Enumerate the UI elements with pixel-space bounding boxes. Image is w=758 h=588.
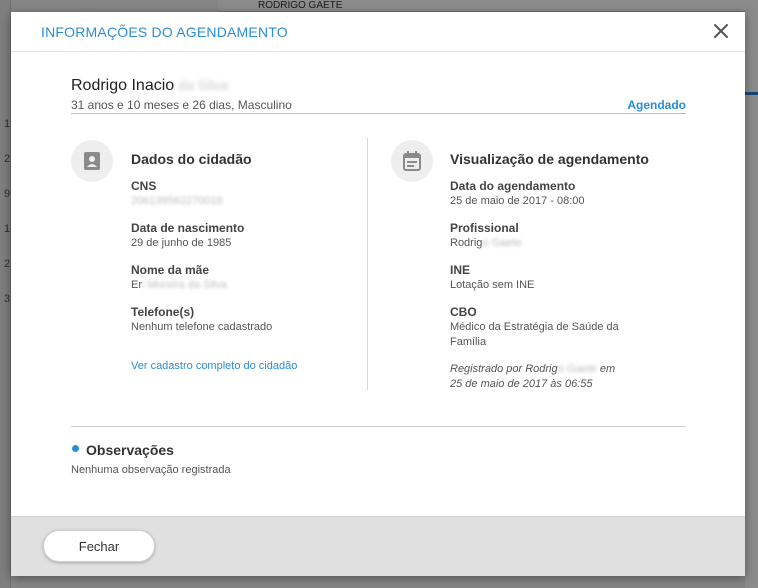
status-badge: Agendado xyxy=(627,98,686,112)
appointment-info-modal: INFORMAÇÕES DO AGENDAMENTO Rodrigo Inaci… xyxy=(11,12,745,576)
cns-value: 206139562270018 xyxy=(131,194,223,209)
ine-label: INE xyxy=(450,263,471,277)
registered-by-text: Registrado por Rodrigo Gaete em 25 de ma… xyxy=(450,362,650,392)
phone-label: Telefone(s) xyxy=(131,305,195,319)
modal-title: INFORMAÇÕES DO AGENDAMENTO xyxy=(41,24,288,40)
cns-label: CNS xyxy=(131,179,157,193)
patient-last-name-redacted: da Silva xyxy=(178,77,228,93)
section-divider xyxy=(367,138,368,390)
patient-age-sex: 31 anos e 10 meses e 26 dias, Masculino xyxy=(71,98,292,112)
appointment-date-label: Data do agendamento xyxy=(450,179,576,193)
mother-name-label: Nome da mãe xyxy=(131,263,210,277)
modal-footer: Fechar xyxy=(11,516,745,576)
header-divider xyxy=(71,113,686,114)
ine-value: Lotação sem INE xyxy=(450,279,535,291)
speech-bubble-icon xyxy=(72,445,79,452)
professional-label: Profissional xyxy=(450,221,519,235)
professional-value-redacted: o Gaete xyxy=(482,237,522,249)
cbo-value: Médico da Estratégia de Saúde da Família xyxy=(450,321,619,348)
modal-header: INFORMAÇÕES DO AGENDAMENTO xyxy=(11,12,745,52)
registered-by-prefix: Registrado por Rodrig xyxy=(450,363,558,375)
professional-value: Rodrigo Gaete xyxy=(450,236,522,251)
registered-by-suffix: em xyxy=(596,363,616,375)
appointment-date-value: 25 de maio de 2017 - 08:00 xyxy=(450,195,585,207)
observations-divider xyxy=(71,426,686,427)
close-button[interactable]: Fechar xyxy=(43,530,155,562)
registered-date: 25 de maio de 2017 às 06:55 xyxy=(450,378,593,390)
cns-value-redacted: 206139562270018 xyxy=(131,195,223,207)
patient-first-name: Rodrigo Inacio xyxy=(71,77,175,94)
birth-date-value: 29 de junho de 1985 xyxy=(131,237,232,249)
registered-by-redacted: o Gaete xyxy=(557,363,597,375)
mother-name-value: Eri Moreira da Silva xyxy=(131,278,227,293)
patient-name: Rodrigo Inacio da Silva xyxy=(71,77,228,95)
appointment-section-title: Visualização de agendamento xyxy=(450,151,649,167)
view-full-citizen-record-link[interactable]: Ver cadastro completo do cidadão xyxy=(131,360,297,372)
observations-title: Observações xyxy=(86,442,174,458)
observations-text: Nenhuma observação registrada xyxy=(71,464,231,476)
birth-date-label: Data de nascimento xyxy=(131,221,245,235)
id-card-icon xyxy=(71,140,113,182)
cbo-label: CBO xyxy=(450,305,477,319)
mother-name-redacted: i Moreira da Silva xyxy=(142,279,227,291)
citizen-section-title: Dados do cidadão xyxy=(131,151,252,167)
phone-value: Nenhum telefone cadastrado xyxy=(131,321,273,333)
calendar-icon xyxy=(391,140,433,182)
professional-value-text: Rodrig xyxy=(450,237,483,249)
mother-name-text: Er xyxy=(131,279,142,291)
close-icon[interactable] xyxy=(711,21,731,41)
